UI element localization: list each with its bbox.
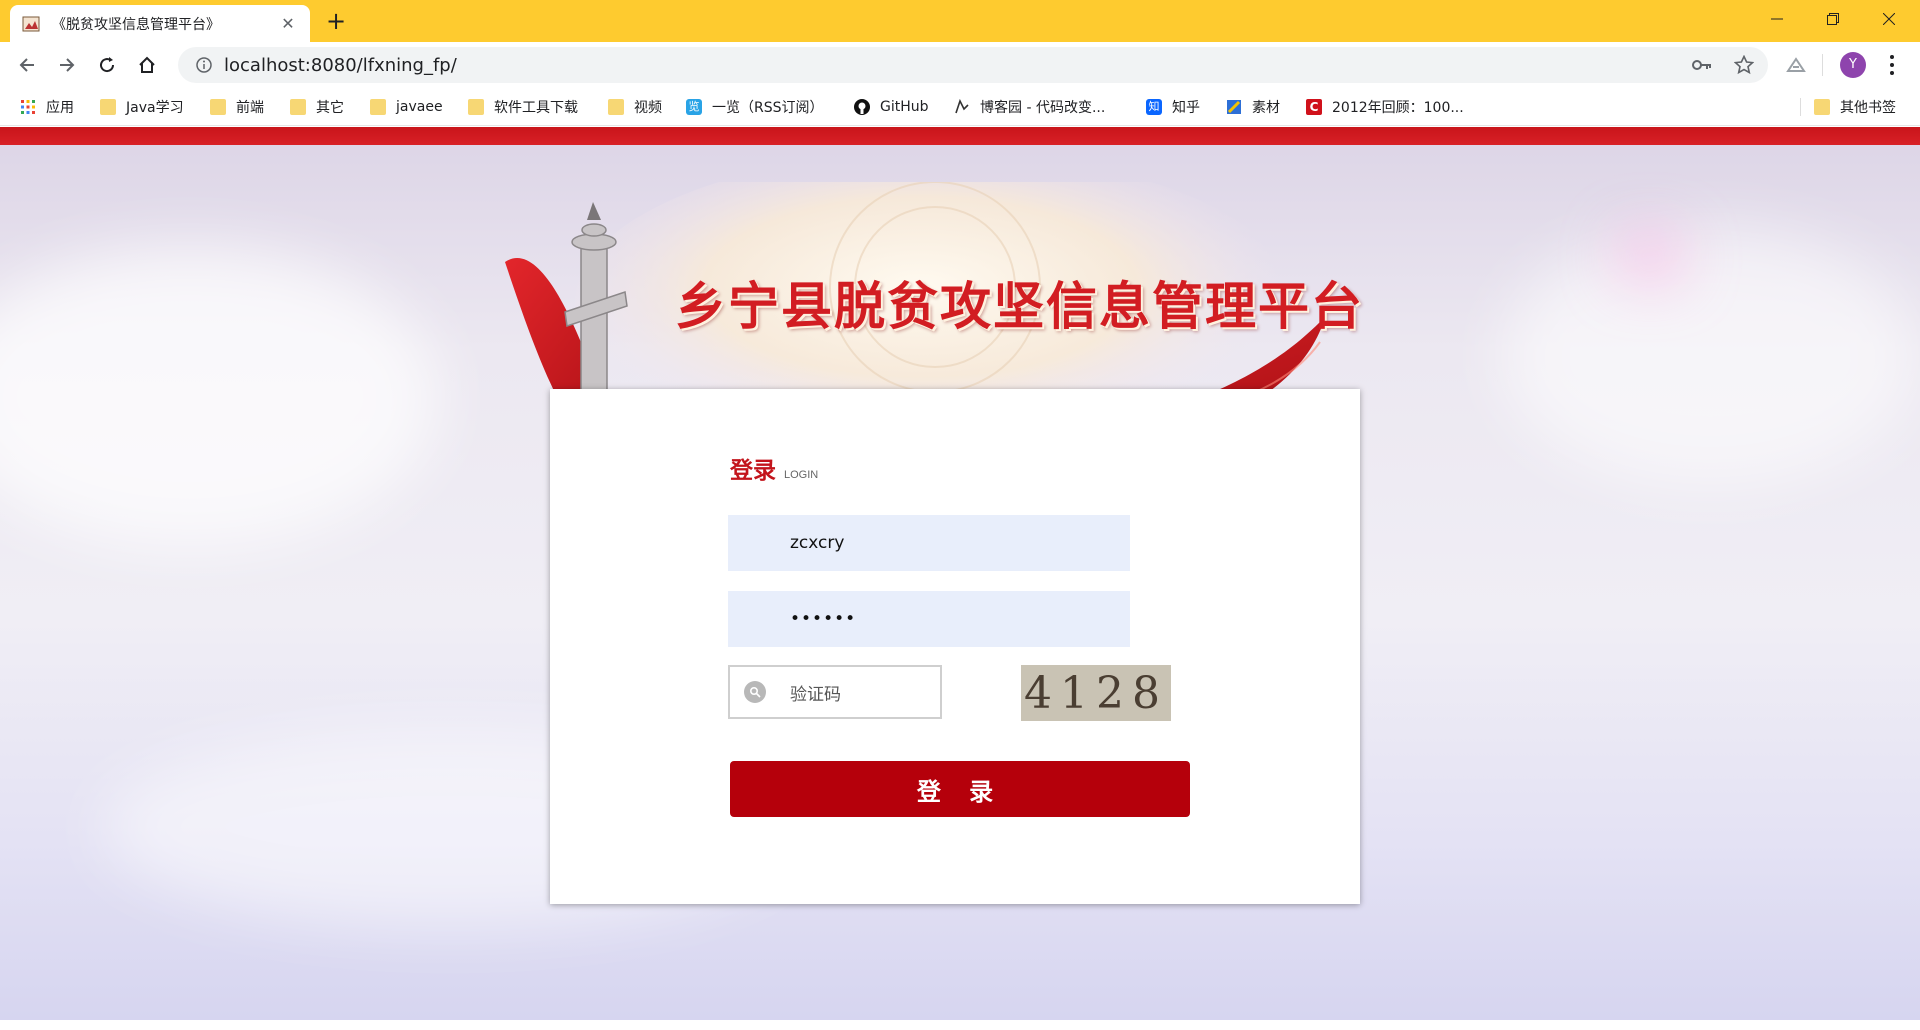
back-button[interactable] [12, 50, 42, 80]
captcha-input[interactable]: 验证码 [728, 665, 942, 719]
zhihu-icon: 知 [1146, 99, 1162, 115]
cnblogs-icon [955, 99, 969, 114]
folder-icon [370, 99, 386, 115]
folder-icon [210, 99, 226, 115]
minimize-icon [1771, 18, 1783, 20]
tab-title: 《脱贫攻坚信息管理平台》 [52, 16, 220, 33]
material-icon [1227, 100, 1241, 114]
folder-icon [100, 99, 116, 115]
browser-tab[interactable]: 《脱贫攻坚信息管理平台》 ✕ [10, 5, 310, 42]
arrow-right-icon [60, 58, 75, 72]
captcha-text: 4128 [1024, 667, 1168, 719]
top-red-bar [0, 127, 1920, 145]
background-glow [1620, 237, 1680, 277]
bookmark-label: 应用 [46, 100, 74, 116]
folder-icon [608, 99, 624, 115]
toolbar-divider [1822, 54, 1823, 76]
site-info-icon[interactable] [184, 57, 224, 73]
bookmark-frontend[interactable]: 前端 [210, 95, 264, 119]
bookmark-video[interactable]: 视频 [608, 95, 662, 119]
bookmark-zhihu[interactable]: 知 知乎 [1146, 95, 1200, 119]
folder-icon [468, 99, 484, 115]
rss-icon: 览 [686, 99, 702, 115]
bookmark-rss[interactable]: 览 一览（RSS订阅） [686, 95, 824, 119]
site-favicon-icon [22, 16, 40, 31]
star-icon[interactable] [1734, 55, 1754, 75]
new-tab-button[interactable]: + [322, 7, 350, 35]
login-button[interactable]: 登 录 [730, 761, 1190, 817]
bookmarks-divider [1800, 98, 1801, 116]
home-button[interactable] [132, 50, 162, 80]
restore-button[interactable] [1806, 0, 1860, 38]
bookmark-label: 其它 [316, 100, 344, 116]
page-footer-strip [0, 1020, 1920, 1030]
arrow-left-icon [19, 58, 34, 72]
apps-grid-icon [21, 100, 35, 114]
reload-icon [100, 57, 115, 73]
bookmark-github[interactable]: GitHub [854, 95, 929, 119]
other-bookmarks-label: 其他书签 [1840, 100, 1896, 116]
bookmark-label: 博客园 - 代码改变... [980, 100, 1106, 116]
bookmark-label: Java学习 [126, 100, 184, 116]
browser-toolbar: localhost:8080/lfxning_fp/ Y [0, 42, 1920, 88]
username-field[interactable]: zcxcry [728, 515, 1130, 571]
kebab-menu-icon[interactable] [1882, 51, 1902, 79]
home-icon [139, 56, 155, 73]
minimize-button[interactable] [1750, 0, 1804, 38]
captcha-placeholder: 验证码 [790, 684, 841, 705]
background-glow [1500, 227, 1920, 487]
bookmark-label: 知乎 [1172, 100, 1200, 116]
bookmark-label: javaee [396, 99, 443, 115]
bookmark-label: GitHub [880, 99, 929, 115]
close-window-button[interactable] [1862, 0, 1916, 38]
password-field[interactable]: •••••• [728, 591, 1130, 647]
login-subtitle: LOGIN [784, 469, 819, 481]
close-icon [1883, 13, 1895, 25]
folder-icon [290, 99, 306, 115]
background-glow [0, 247, 440, 547]
tab-close-icon[interactable]: ✕ [278, 14, 298, 33]
bookmarks-bar: 应用 Java学习 前端 其它 javaee 软件工具下载 视频 览 一览（RS… [0, 88, 1920, 126]
key-icon[interactable] [1692, 58, 1712, 72]
bookmark-javaee[interactable]: javaee [370, 95, 443, 119]
bookmark-other[interactable]: 其它 [290, 95, 344, 119]
reload-button[interactable] [92, 50, 122, 80]
folder-icon [1814, 99, 1830, 115]
bookmark-label: 素材 [1252, 100, 1280, 116]
login-page: 乡宁县脱贫攻坚信息管理平台 登录 LOGIN zcxcry •••••• 验证码… [0, 127, 1920, 1020]
key-icon [744, 681, 766, 703]
bookmark-label: 前端 [236, 100, 264, 116]
bookmark-label: 软件工具下载 [494, 100, 578, 116]
restore-icon [1827, 13, 1839, 25]
extension-icon[interactable] [1786, 55, 1806, 75]
c-logo-icon: C [1306, 99, 1322, 115]
bookmark-other-folder[interactable]: 其他书签 [1814, 95, 1896, 119]
bookmark-java[interactable]: Java学习 [100, 95, 184, 119]
login-card: 登录 LOGIN zcxcry •••••• 验证码 4128 登 录 [550, 389, 1360, 904]
bookmark-2012[interactable]: C 2012年回顾：100... [1306, 95, 1464, 119]
bookmark-apps[interactable]: 应用 [20, 95, 74, 119]
bookmark-material[interactable]: 素材 [1226, 95, 1280, 119]
bookmark-cnblogs[interactable]: 博客园 - 代码改变... [954, 95, 1105, 119]
tab-strip: 《脱贫攻坚信息管理平台》 ✕ + [0, 0, 1920, 42]
url-text[interactable]: localhost:8080/lfxning_fp/ [224, 55, 1692, 76]
address-bar[interactable]: localhost:8080/lfxning_fp/ [178, 47, 1768, 83]
bookmark-label: 2012年回顾：100... [1332, 100, 1464, 116]
github-icon [854, 99, 870, 115]
password-value: •••••• [790, 609, 857, 629]
bookmark-label: 视频 [634, 100, 662, 116]
login-heading: 登录 LOGIN [730, 451, 818, 485]
login-title: 登录 [730, 458, 776, 484]
username-value: zcxcry [790, 533, 845, 553]
profile-avatar[interactable]: Y [1840, 52, 1866, 78]
captcha-image[interactable]: 4128 [1021, 665, 1171, 721]
bookmark-software[interactable]: 软件工具下载 [468, 95, 578, 119]
site-title: 乡宁县脱贫攻坚信息管理平台 [675, 277, 1365, 337]
bookmark-label: 一览（RSS订阅） [712, 100, 824, 116]
forward-button[interactable] [52, 50, 82, 80]
